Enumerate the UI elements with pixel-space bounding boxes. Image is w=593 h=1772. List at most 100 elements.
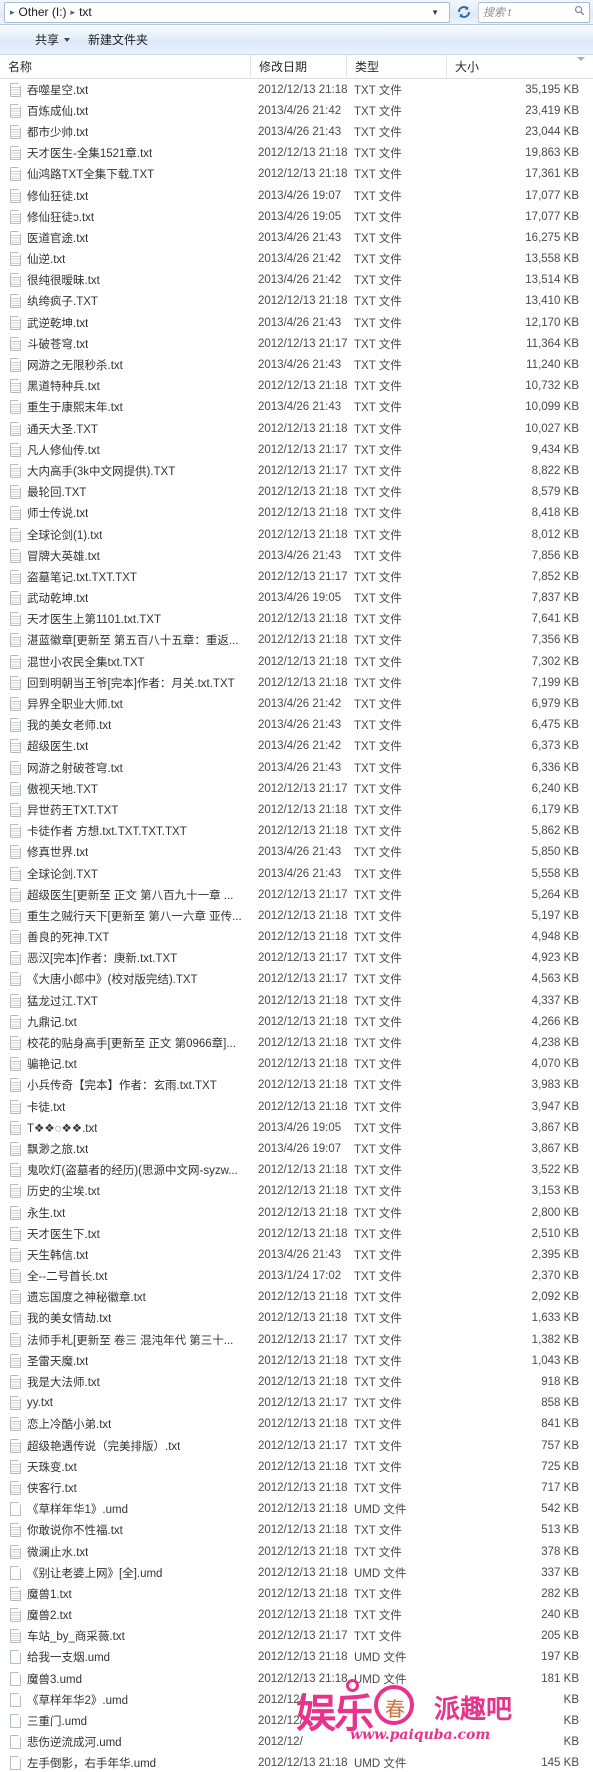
file-name-cell[interactable]: 永生.txt <box>0 1205 250 1221</box>
file-name-cell[interactable]: 《大唐小郎中》(校对版完结).TXT <box>0 971 250 987</box>
file-name-cell[interactable]: 《别让老婆上网》[全].umd <box>0 1565 250 1581</box>
file-row[interactable]: 三重门.umd 2012/12/KB <box>0 1710 593 1731</box>
file-name-cell[interactable]: 《草样年华2》.umd <box>0 1692 250 1708</box>
file-name-cell[interactable]: 武动乾坤.txt <box>0 590 250 606</box>
file-row[interactable]: 鬼吹灯(盗墓者的经历)(思源中文网-syzw... 2012/12/13 21:1… <box>0 1160 593 1181</box>
file-name-cell[interactable]: 你敢说你不性福.txt <box>0 1522 250 1538</box>
file-row[interactable]: 魔兽2.txt 2012/12/13 21:18 TXT 文件 240 KB <box>0 1605 593 1626</box>
search-input[interactable]: 搜索 t <box>478 1 590 23</box>
refresh-button[interactable] <box>452 2 476 23</box>
file-name-cell[interactable]: 法师手札[更新至 卷三 混沌年代 第三十... <box>0 1332 250 1348</box>
breadcrumb-separator-icon[interactable]: ▸ <box>68 7 79 17</box>
file-row[interactable]: 卡徒.txt 2012/12/13 21:18 TXT 文件 3,947 KB <box>0 1096 593 1117</box>
file-row[interactable]: 魔兽3.umd 2012/12/13 21:18 UMD 文件 181 KB <box>0 1668 593 1689</box>
file-row[interactable]: 《大唐小郎中》(校对版完结).TXT 2012/12/13 21:17 TXT 文件… <box>0 969 593 990</box>
file-name-cell[interactable]: 九鼎记.txt <box>0 1014 250 1030</box>
file-row[interactable]: 很纯很暧昧.txt 2013/4/26 21:42 TXT 文件 13,514 KB <box>0 270 593 291</box>
file-name-cell[interactable]: 猛龙过江.TXT <box>0 993 250 1009</box>
file-name-cell[interactable]: 恋上冷酷小弟.txt <box>0 1416 250 1432</box>
file-name-cell[interactable]: 通天大圣.TXT <box>0 421 250 437</box>
file-row[interactable]: 给我一支烟.umd 2012/12/13 21:18 UMD 文件 197 KB <box>0 1647 593 1668</box>
file-name-cell[interactable]: 盗墓笔记.txt.TXT.TXT <box>0 569 250 585</box>
file-row[interactable]: 武逆乾坤.txt 2013/4/26 21:43 TXT 文件 12,170 KB <box>0 312 593 333</box>
file-name-cell[interactable]: 很纯很暧昧.txt <box>0 272 250 288</box>
file-row[interactable]: 圣雷天魔.txt 2012/12/13 21:18 TXT 文件 1,043 KB <box>0 1350 593 1371</box>
file-name-cell[interactable]: 遗忘国度之神秘徽章.txt <box>0 1289 250 1305</box>
file-name-cell[interactable]: 天才医生-全集1521章.txt <box>0 145 250 161</box>
file-row[interactable]: 纨绔疯子.TXT 2012/12/13 21:18 TXT 文件 13,410 KB <box>0 291 593 312</box>
column-header-type[interactable]: 类型 <box>346 54 446 79</box>
file-row[interactable]: 超级医生.txt 2013/4/26 21:42 TXT 文件 6,373 KB <box>0 736 593 757</box>
file-name-cell[interactable]: 湛蓝徽章[更新至 第五百八十五章：重返... <box>0 632 250 648</box>
file-name-cell[interactable]: yy.txt <box>0 1396 250 1411</box>
file-row[interactable]: 斗破苍穹.txt 2012/12/13 21:17 TXT 文件 11,364 KB <box>0 333 593 354</box>
file-row[interactable]: 左手倒影，右手年华.umd 2012/12/13 21:18 UMD 文件 145 K… <box>0 1753 593 1772</box>
breadcrumb[interactable]: ▸ Other (I:) ▸ txt ▼ <box>4 1 450 23</box>
file-row[interactable]: 百炼成仙.txt 2013/4/26 21:42 TXT 文件 23,419 KB <box>0 100 593 121</box>
file-name-cell[interactable]: 回到明朝当王爷[完本]作者：月关.txt.TXT <box>0 675 250 691</box>
file-name-cell[interactable]: 《草样年华1》.umd <box>0 1501 250 1517</box>
file-row[interactable]: 师士传说.txt 2012/12/13 21:18 TXT 文件 8,418 KB <box>0 503 593 524</box>
file-row[interactable]: 重生于康熙末年.txt 2013/4/26 21:43 TXT 文件 10,099 K… <box>0 397 593 418</box>
file-list[interactable]: 吞噬星空.txt 2012/12/13 21:18 TXT 文件 35,195 KB 百… <box>0 79 593 1772</box>
file-row[interactable]: 修真世界.txt 2013/4/26 21:43 TXT 文件 5,850 KB <box>0 842 593 863</box>
file-row[interactable]: yy.txt 2012/12/13 21:17 TXT 文件 858 KB <box>0 1393 593 1414</box>
share-menu-button[interactable]: 共享 <box>26 28 79 51</box>
file-name-cell[interactable]: 超级艳遇传说（完美排版）.txt <box>0 1438 250 1454</box>
file-name-cell[interactable]: 魔兽3.umd <box>0 1671 250 1687</box>
file-name-cell[interactable]: 卡徒作者 方想.txt.TXT.TXT.TXT <box>0 823 250 839</box>
file-row[interactable]: 超级医生[更新至 正文 第八百九十一章 ... 2012/12/13 21:17 T… <box>0 884 593 905</box>
file-row[interactable]: 天才医生下.txt 2012/12/13 21:18 TXT 文件 2,510 KB <box>0 1223 593 1244</box>
file-row[interactable]: 法师手札[更新至 卷三 混沌年代 第三十... 2012/12/13 21:17 T… <box>0 1329 593 1350</box>
file-row[interactable]: 都市少帅.txt 2013/4/26 21:43 TXT 文件 23,044 KB <box>0 121 593 142</box>
file-row[interactable]: 傲视天地.TXT 2012/12/13 21:17 TXT 文件 6,240 KB <box>0 778 593 799</box>
file-row[interactable]: 盗墓笔记.txt.TXT.TXT 2012/12/13 21:17 TXT 文件 7,… <box>0 566 593 587</box>
file-name-cell[interactable]: 修真世界.txt <box>0 844 250 860</box>
file-row[interactable]: 异界全职业大师.txt 2013/4/26 21:42 TXT 文件 6,979 KB <box>0 693 593 714</box>
file-row[interactable]: 修仙狂徒ɔ.txt 2013/4/26 19:05 TXT 文件 17,077 KB <box>0 206 593 227</box>
file-row[interactable]: 你敢说你不性福.txt 2012/12/13 21:18 TXT 文件 513 KB <box>0 1520 593 1541</box>
file-row[interactable]: 恶汉[完本]作者：庚新.txt.TXT 2012/12/13 21:17 TXT 文… <box>0 948 593 969</box>
column-header-date[interactable]: 修改日期 <box>250 54 346 79</box>
file-name-cell[interactable]: 仙鸿路TXT全集下载.TXT <box>0 166 250 182</box>
file-row[interactable]: 天才医生上第1101.txt.TXT 2012/12/13 21:18 TXT 文件… <box>0 609 593 630</box>
file-row[interactable]: 《草样年华1》.umd 2012/12/13 21:18 UMD 文件 542 KB <box>0 1499 593 1520</box>
column-header-size[interactable]: 大小 <box>446 54 593 79</box>
file-name-cell[interactable]: 卡徒.txt <box>0 1099 250 1115</box>
file-row[interactable]: 微澜止水.txt 2012/12/13 21:18 TXT 文件 378 KB <box>0 1541 593 1562</box>
file-row[interactable]: 永生.txt 2012/12/13 21:18 TXT 文件 2,800 KB <box>0 1202 593 1223</box>
file-row[interactable]: 混世小农民全集txt.TXT 2012/12/13 21:18 TXT 文件 7,30… <box>0 651 593 672</box>
file-name-cell[interactable]: 校花的贴身高手[更新至 正文 第0966章]... <box>0 1035 250 1051</box>
file-name-cell[interactable]: 善良的死神.TXT <box>0 929 250 945</box>
file-row[interactable]: 天才医生-全集1521章.txt 2012/12/13 21:18 TXT 文件 19… <box>0 143 593 164</box>
file-row[interactable]: 悲伤逆流成河.umd 2012/12/KB <box>0 1732 593 1753</box>
file-name-cell[interactable]: 全球论剑.TXT <box>0 866 250 882</box>
file-name-cell[interactable]: 车站_by_商采薇.txt <box>0 1628 250 1644</box>
file-row[interactable]: 骗艳记.txt 2012/12/13 21:18 TXT 文件 4,070 KB <box>0 1054 593 1075</box>
file-row[interactable]: 历史的尘埃.txt 2012/12/13 21:18 TXT 文件 3,153 KB <box>0 1181 593 1202</box>
file-name-cell[interactable]: 恶汉[完本]作者：庚新.txt.TXT <box>0 950 250 966</box>
file-name-cell[interactable]: 小兵传奇【完本】作者：玄雨.txt.TXT <box>0 1077 250 1093</box>
file-row[interactable]: 凡人修仙传.txt 2012/12/13 21:17 TXT 文件 9,434 KB <box>0 439 593 460</box>
file-row[interactable]: 最轮回.TXT 2012/12/13 21:18 TXT 文件 8,579 KB <box>0 482 593 503</box>
file-row[interactable]: 网游之无限秒杀.txt 2013/4/26 21:43 TXT 文件 11,240 K… <box>0 354 593 375</box>
file-name-cell[interactable]: 微澜止水.txt <box>0 1544 250 1560</box>
file-row[interactable]: 重生之贼行天下[更新至 第八一六章 亚传... 2012/12/13 21:18 T… <box>0 905 593 926</box>
file-row[interactable]: 大内高手(3k中文网提供).TXT 2012/12/13 21:17 TXT 文件 8… <box>0 460 593 481</box>
breadcrumb-back-arrow-icon[interactable]: ▸ <box>7 7 18 17</box>
file-name-cell[interactable]: 全--二号首长.txt <box>0 1268 250 1284</box>
file-row[interactable]: 全球论剑.TXT 2013/4/26 21:43 TXT 文件 5,558 KB <box>0 863 593 884</box>
file-row[interactable]: 回到明朝当王爷[完本]作者：月关.txt.TXT 2012/12/13 21:18… <box>0 672 593 693</box>
file-row[interactable]: 黑道特种兵.txt 2012/12/13 21:18 TXT 文件 10,732 KB <box>0 376 593 397</box>
file-name-cell[interactable]: 异界全职业大师.txt <box>0 696 250 712</box>
breadcrumb-root[interactable]: Other (I:) <box>18 5 68 19</box>
file-row[interactable]: 侠客行.txt 2012/12/13 21:18 TXT 文件 717 KB <box>0 1477 593 1498</box>
file-row[interactable]: 吞噬星空.txt 2012/12/13 21:18 TXT 文件 35,195 KB <box>0 79 593 100</box>
file-name-cell[interactable]: 左手倒影，右手年华.umd <box>0 1755 250 1771</box>
file-row[interactable]: 超级艳遇传说（完美排版）.txt 2012/12/13 21:17 TXT 文件 75… <box>0 1435 593 1456</box>
file-name-cell[interactable]: 飘渺之旅.txt <box>0 1141 250 1157</box>
file-row[interactable]: 异世药王TXT.TXT 2012/12/13 21:18 TXT 文件 6,179 K… <box>0 799 593 820</box>
file-name-cell[interactable]: 武逆乾坤.txt <box>0 315 250 331</box>
file-name-cell[interactable]: 网游之无限秒杀.txt <box>0 357 250 373</box>
file-row[interactable]: 遗忘国度之神秘徽章.txt 2012/12/13 21:18 TXT 文件 2,092… <box>0 1287 593 1308</box>
